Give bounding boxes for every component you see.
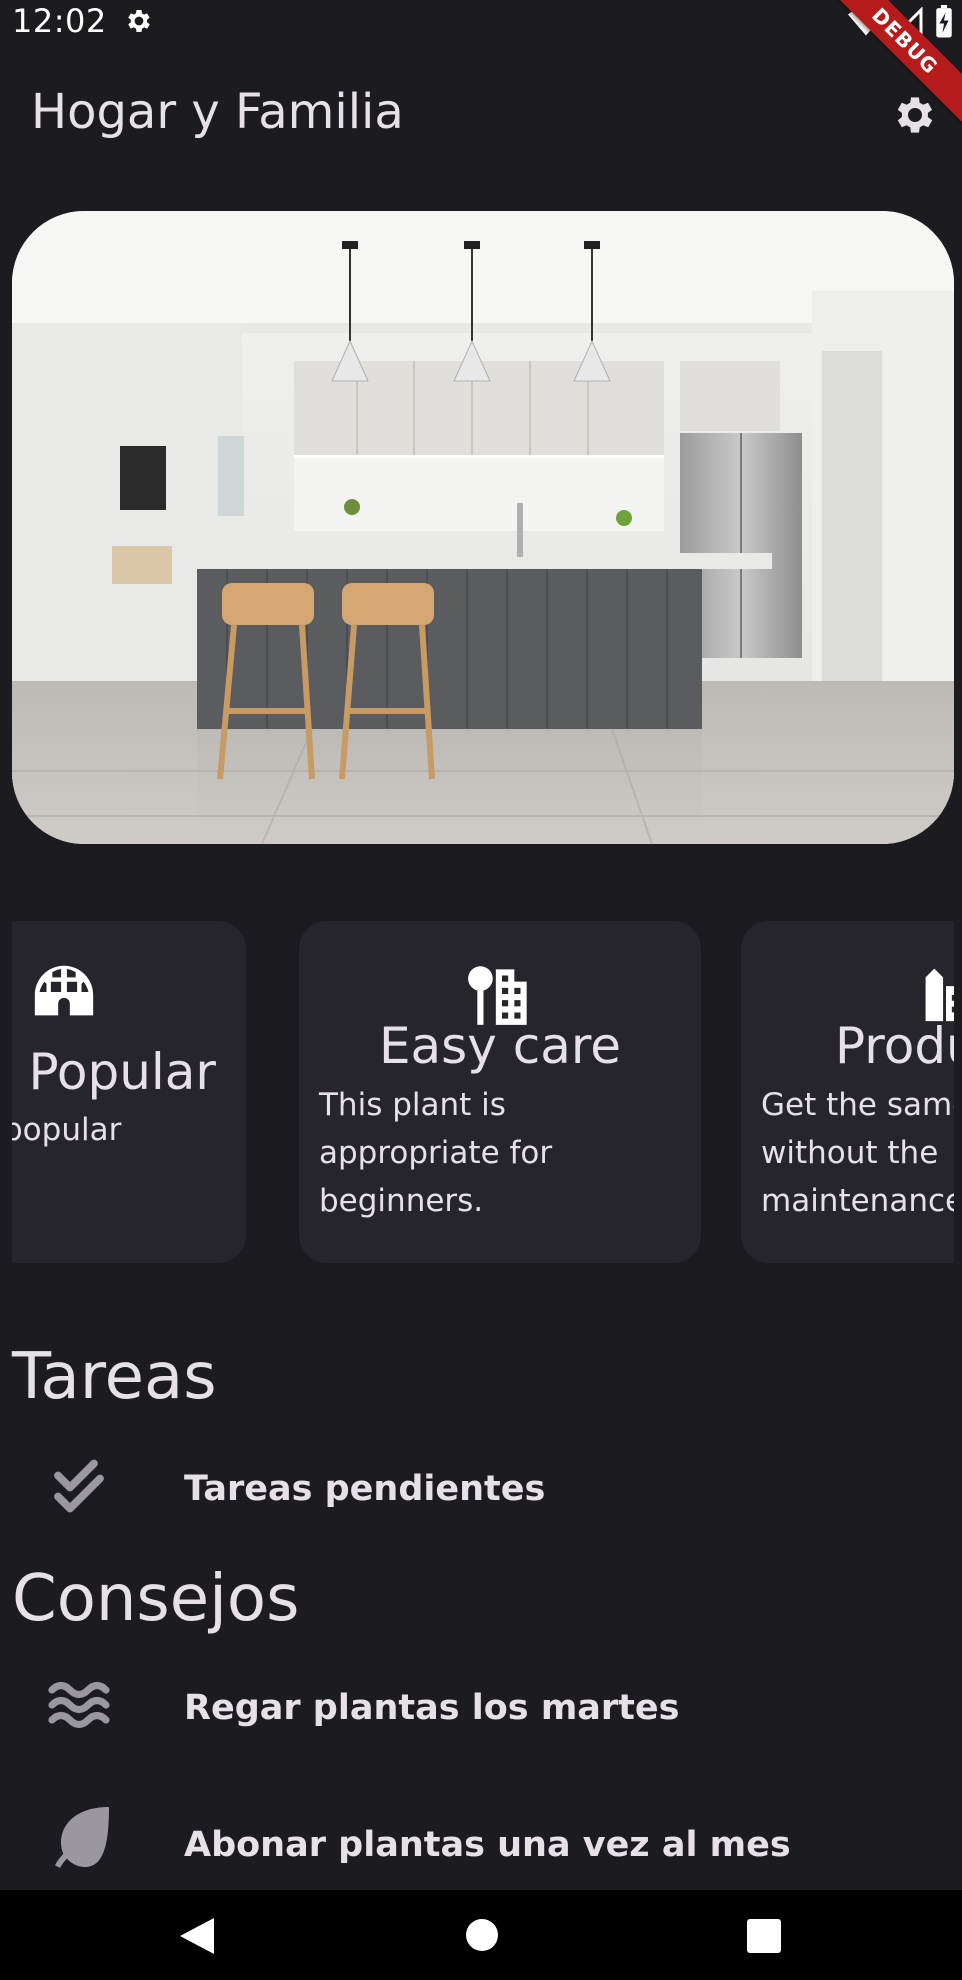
app-screen: 12:02 DEBUG Hogar y Familia t Popular po… <box>0 0 962 1980</box>
list-item-label: Regar plantas los martes <box>184 1688 680 1728</box>
water-waves-icon <box>48 1681 110 1729</box>
settings-status-icon <box>128 10 150 32</box>
home-icon[interactable] <box>465 1918 499 1952</box>
card-popular[interactable]: t Popular popular <box>12 921 246 1263</box>
card-easy-care[interactable]: Easy care This plant is appropriate for … <box>299 921 701 1263</box>
list-item-label: Abonar plantas una vez al mes <box>184 1825 791 1865</box>
gear-icon <box>897 97 933 133</box>
list-item-abonar-plantas[interactable]: Abonar plantas una vez al mes <box>0 1787 962 1897</box>
status-time: 12:02 <box>12 2 107 40</box>
list-item-regar-plantas[interactable]: Regar plantas los martes <box>0 1654 962 1764</box>
settings-button[interactable] <box>890 90 940 140</box>
leaf-icon <box>55 1807 109 1868</box>
cards-carousel[interactable]: t Popular popular Easy care This plant i… <box>12 921 954 1263</box>
tips-section-title: Consejos <box>12 1562 300 1636</box>
back-icon[interactable] <box>178 1916 216 1956</box>
igloo-icon <box>34 965 94 1016</box>
status-bar: 12:02 DEBUG <box>0 0 962 135</box>
card-title: Easy care <box>378 1017 622 1075</box>
card-title: Produ <box>835 1017 954 1075</box>
battery-icon <box>936 5 952 38</box>
system-nav-bar <box>0 1890 962 1980</box>
card-description: Get the same without the maintenance <box>761 1087 954 1219</box>
double-check-icon <box>54 1459 104 1513</box>
hero-kitchen-image <box>12 211 954 844</box>
card-title: t Popular <box>12 1043 216 1101</box>
app-title: Hogar y Familia <box>31 84 404 140</box>
list-item-label: Tareas pendientes <box>184 1469 546 1509</box>
list-item-tareas-pendientes[interactable]: Tareas pendientes <box>0 1435 962 1545</box>
card-description: popular <box>12 1112 122 1148</box>
recents-icon[interactable] <box>746 1918 782 1954</box>
card-products[interactable]: Produ Get the same without the maintenan… <box>741 921 954 1263</box>
tasks-section-title: Tareas <box>12 1340 217 1414</box>
card-description: This plant is appropriate for beginners. <box>319 1087 553 1219</box>
